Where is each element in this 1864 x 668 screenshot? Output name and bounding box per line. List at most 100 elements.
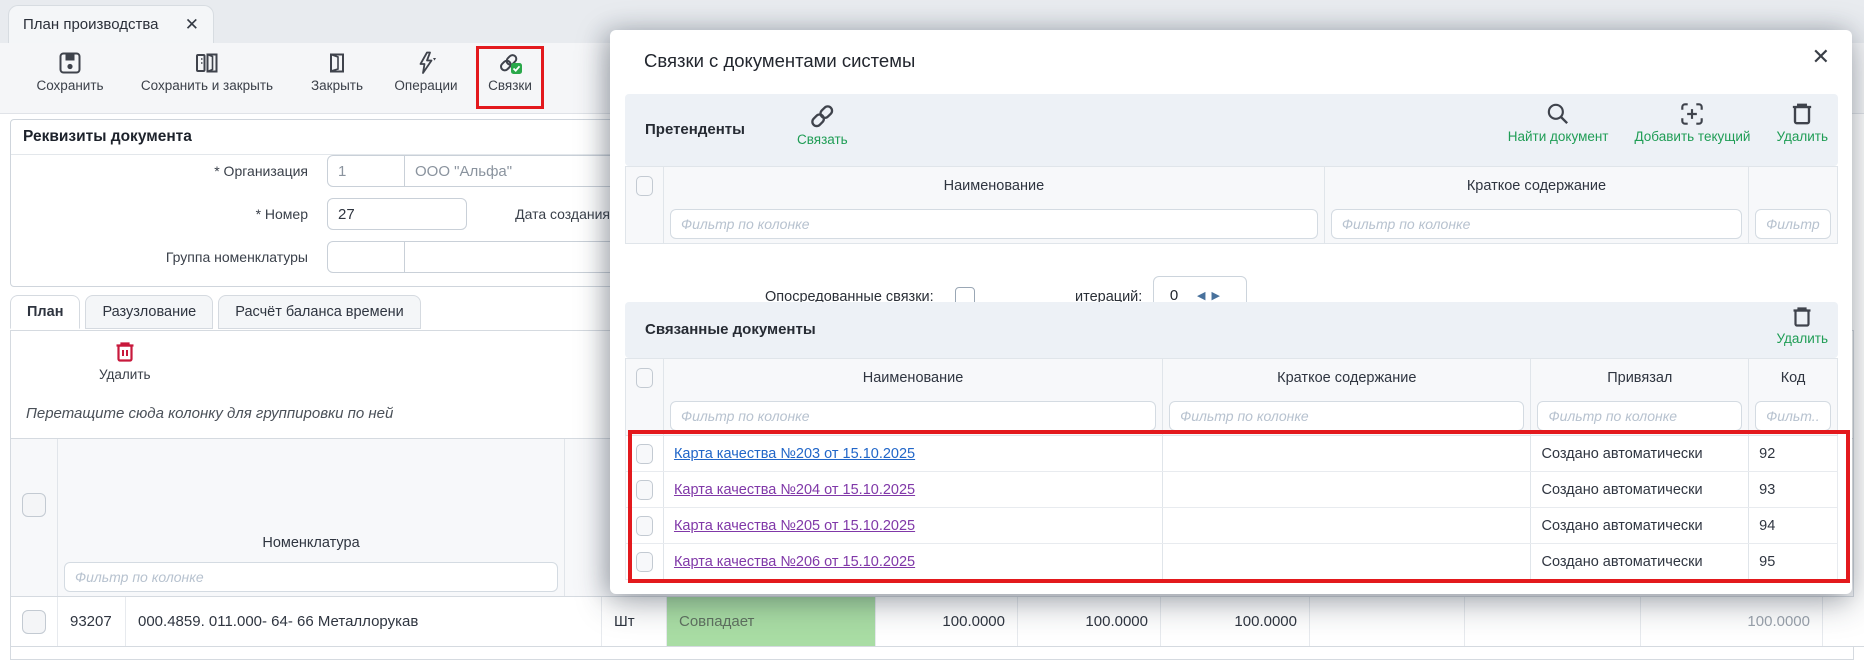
row-code-cell: 95 <box>1749 544 1837 579</box>
find-document-label: Найти документ <box>1508 129 1609 144</box>
row-checkbox[interactable] <box>636 480 653 500</box>
filter-extra-cell <box>1749 205 1837 243</box>
linked-delete-button[interactable]: Удалить <box>1776 304 1828 346</box>
nomenclature-column-header: Номенклатура <box>58 535 564 551</box>
operations-button[interactable]: Операции <box>386 50 466 93</box>
iterations-decrement-icon[interactable]: ◀ <box>1194 289 1208 302</box>
linked-by-filter-input[interactable] <box>1537 401 1742 431</box>
linked-summary-filter-input[interactable] <box>1169 401 1524 431</box>
organization-label: * Организация <box>0 163 308 179</box>
organization-name-field[interactable]: ООО "Альфа" <box>404 155 626 187</box>
tab-time-balance[interactable]: Расчёт баланса времени <box>218 295 421 329</box>
modal-close-icon[interactable]: ✕ <box>1812 46 1830 68</box>
document-link[interactable]: Карта качества №204 от 15.10.2025 <box>674 482 915 498</box>
candidates-delete-button[interactable]: Удалить <box>1776 100 1828 144</box>
filter-cb-cell <box>626 397 664 435</box>
tab-production-plan[interactable]: План производства ✕ <box>8 5 214 43</box>
save-and-close-label: Сохранить и закрыть <box>141 78 273 93</box>
close-button[interactable]: Закрыть <box>304 50 370 93</box>
row-checkbox[interactable] <box>22 610 46 634</box>
candidates-summary-filter-input[interactable] <box>1331 209 1742 239</box>
row-checkbox[interactable] <box>636 552 653 572</box>
chain-link-icon <box>807 101 837 131</box>
delete-row-button[interactable]: Удалить <box>99 339 151 382</box>
linked-documents-toolbar: Связанные документы Удалить <box>625 302 1838 358</box>
row-checkbox[interactable] <box>636 516 653 536</box>
trash-icon <box>1788 100 1816 128</box>
iterations-increment-icon[interactable]: ▶ <box>1208 289 1222 302</box>
find-document-button[interactable]: Найти документ <box>1508 100 1609 144</box>
filter-code-cell <box>1749 397 1837 435</box>
document-link[interactable]: Карта качества №205 от 15.10.2025 <box>674 518 915 534</box>
nomenclature-filter-input[interactable] <box>64 562 558 592</box>
tab-plan[interactable]: План <box>10 295 80 329</box>
linked-delete-label: Удалить <box>1776 331 1828 346</box>
add-current-button[interactable]: Добавить текущий <box>1635 100 1751 144</box>
linked-select-all-checkbox[interactable] <box>636 368 653 388</box>
linked-document-row[interactable]: Карта качества №203 от 15.10.2025 Создан… <box>625 436 1838 472</box>
search-icon <box>1544 100 1572 128</box>
save-and-close-icon <box>194 50 220 76</box>
nomenclature-group-code-field[interactable] <box>327 241 405 273</box>
row-summary-cell <box>1163 472 1531 507</box>
add-current-label: Добавить текущий <box>1635 129 1751 144</box>
row-code-cell: 92 <box>1749 436 1837 471</box>
nomenclature-group-name-field[interactable] <box>404 241 626 273</box>
link-document-button[interactable]: Связать <box>797 101 848 147</box>
creation-date-label: Дата создания <box>360 206 610 222</box>
linked-name-filter-input[interactable] <box>670 401 1156 431</box>
col-header-linked-by: Привязал <box>1531 359 1749 397</box>
linked-document-row[interactable]: Карта качества №204 от 15.10.2025 Создан… <box>625 472 1838 508</box>
add-current-icon <box>1678 100 1706 128</box>
linked-filter-row <box>625 397 1838 436</box>
tab-close-icon[interactable]: ✕ <box>185 16 199 33</box>
linked-document-row[interactable]: Карта качества №206 от 15.10.2025 Создан… <box>625 544 1838 580</box>
row-linked-by-cell: Создано автоматически <box>1531 436 1749 471</box>
lightning-icon <box>413 50 439 76</box>
trash-icon-red <box>112 339 138 365</box>
operations-label: Операции <box>394 78 457 93</box>
tab-bom[interactable]: Разузлование <box>85 295 213 329</box>
save-icon <box>57 50 83 76</box>
grid-header-checkbox-column <box>11 439 58 596</box>
candidates-section-label: Претенденты <box>645 121 745 138</box>
col-header-summary: Краткое содержание <box>1163 359 1531 397</box>
row-empty-cell-2 <box>1465 597 1641 646</box>
candidates-select-all-checkbox[interactable] <box>636 176 653 196</box>
close-label: Закрыть <box>311 78 363 93</box>
trash-icon <box>1789 304 1815 330</box>
document-tabs: План Разузлование Расчёт баланса времени <box>10 295 421 329</box>
col-header-name: Наименование <box>664 359 1163 397</box>
grid-data-row[interactable]: 93207 000.4859. 011.000- 64- 66 Металлор… <box>11 597 1864 647</box>
col-header-name: Наименование <box>664 167 1325 205</box>
candidates-name-filter-input[interactable] <box>670 209 1318 239</box>
links-button[interactable]: Связки <box>484 50 536 93</box>
document-link[interactable]: Карта качества №206 от 15.10.2025 <box>674 554 915 570</box>
row-summary-cell <box>1163 544 1531 579</box>
row-qty4-cell: 100.0000 <box>1641 597 1823 646</box>
organization-code-field[interactable]: 1 <box>327 155 405 187</box>
candidates-delete-label: Удалить <box>1776 129 1828 144</box>
linked-code-filter-input[interactable] <box>1755 401 1831 431</box>
select-all-checkbox[interactable] <box>22 493 46 517</box>
row-checkbox[interactable] <box>636 444 653 464</box>
row-checkbox-cell <box>626 436 664 471</box>
col-header-code: Код <box>1749 359 1837 397</box>
save-button[interactable]: Сохранить <box>28 50 112 93</box>
candidates-extra-filter-input[interactable] <box>1755 209 1831 239</box>
chain-link-icon <box>496 50 524 76</box>
candidates-table: Наименование Краткое содержание <box>625 166 1838 244</box>
filter-name-cell <box>664 397 1163 435</box>
row-code-cell: 94 <box>1749 508 1837 543</box>
document-links-modal: Связки с документами системы ✕ Претенден… <box>610 30 1852 594</box>
linked-document-row[interactable]: Карта качества №205 от 15.10.2025 Создан… <box>625 508 1838 544</box>
save-and-close-button[interactable]: Сохранить и закрыть <box>122 50 292 93</box>
document-link[interactable]: Карта качества №203 от 15.10.2025 <box>674 446 915 462</box>
candidates-filter-row <box>625 205 1838 244</box>
nomenclature-group-label: Группа номенклатуры <box>0 249 308 265</box>
number-value: 27 <box>338 206 355 223</box>
delete-row-label: Удалить <box>99 367 151 382</box>
row-linked-by-cell: Создано автоматически <box>1531 508 1749 543</box>
filter-cb-cell <box>626 205 664 243</box>
row-linked-by-cell: Создано автоматически <box>1531 544 1749 579</box>
